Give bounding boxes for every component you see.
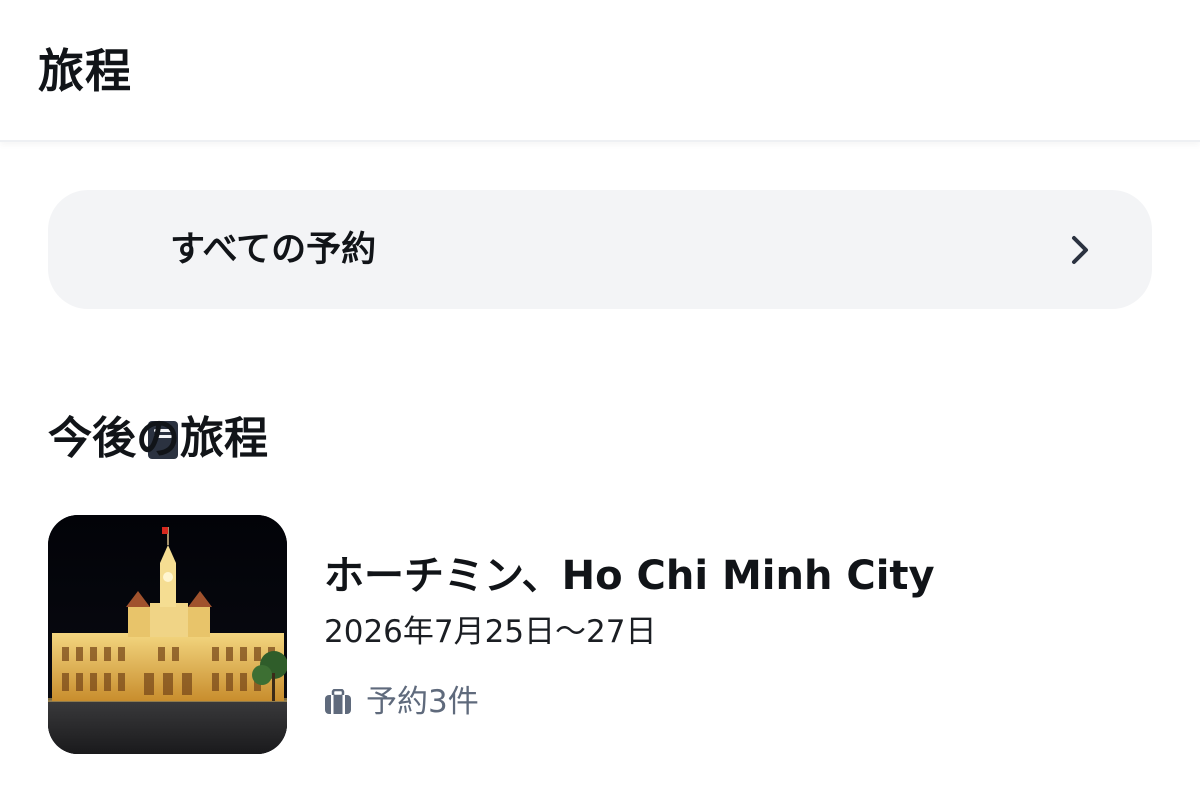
trip-name: ホーチミン、Ho Chi Minh City <box>324 553 935 599</box>
app-header: 旅程 <box>0 0 1200 142</box>
trip-thumbnail <box>48 515 287 754</box>
trip-card[interactable]: ホーチミン、Ho Chi Minh City 2026年7月25日〜27日 予約… <box>48 515 1152 755</box>
city-hall-night-photo <box>48 515 287 754</box>
luggage-icon <box>325 689 351 714</box>
chevron-right-icon <box>1072 236 1088 264</box>
all-bookings-row[interactable]: すべての予約 <box>48 190 1152 459</box>
page-title: 旅程 <box>38 44 132 98</box>
upcoming-trips-heading: 今後の旅程 <box>48 413 268 464</box>
trip-dates: 2026年7月25日〜27日 <box>324 614 657 650</box>
all-bookings-label: すべての予約 <box>170 230 377 270</box>
trip-bookings-label: 予約3件 <box>366 684 479 720</box>
